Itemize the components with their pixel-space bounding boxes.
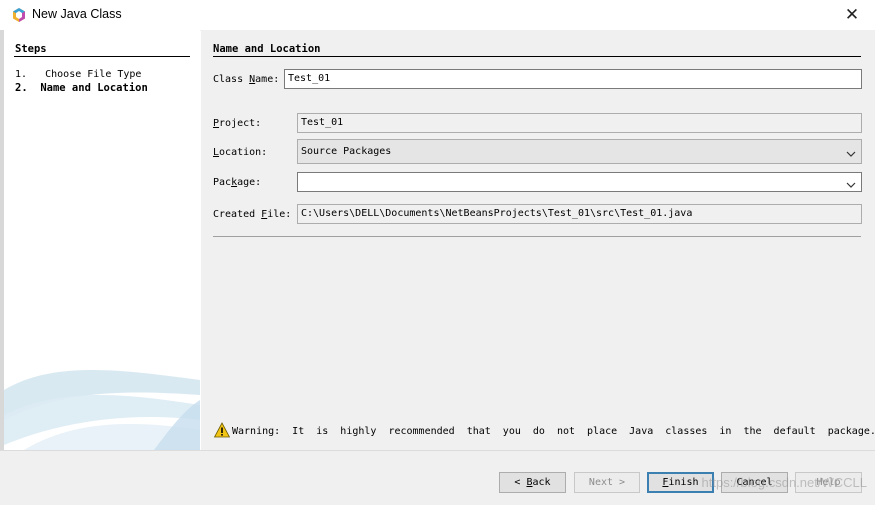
- steps-title: Steps: [15, 43, 47, 55]
- section-divider: [213, 56, 861, 57]
- location-label: Location:: [213, 147, 268, 158]
- warning-message: Warning: It is highly recommended that y…: [232, 426, 875, 437]
- close-button[interactable]: ✕: [829, 0, 875, 30]
- class-name-label: Class Name:: [213, 74, 280, 85]
- project-label: Project:: [213, 118, 262, 129]
- created-file-field: C:\Users\DELL\Documents\NetBeansProjects…: [297, 204, 862, 224]
- project-field: Test_01: [297, 113, 862, 133]
- package-dropdown[interactable]: [297, 172, 862, 192]
- cancel-button[interactable]: Cancel: [721, 472, 788, 493]
- close-icon: ✕: [844, 5, 860, 25]
- chevron-down-icon: [846, 182, 856, 188]
- back-button[interactable]: < Back: [499, 472, 566, 493]
- class-name-input[interactable]: Test_01: [284, 69, 862, 89]
- steps-divider: [14, 56, 190, 57]
- help-button[interactable]: Help: [795, 472, 862, 493]
- wizard-swoosh-graphic: [4, 370, 200, 450]
- step-choose-file-type: 1. Choose File Type: [15, 69, 142, 80]
- section-title: Name and Location: [213, 43, 321, 55]
- step-name-and-location: 2. Name and Location: [15, 82, 148, 94]
- steps-panel: Steps 1. Choose File Type 2. Name and Lo…: [4, 30, 200, 450]
- chevron-down-icon: [846, 151, 856, 157]
- title-bar: New Java Class ✕: [0, 0, 875, 31]
- location-value: Source Packages: [301, 146, 392, 157]
- location-dropdown[interactable]: Source Packages: [297, 139, 862, 164]
- created-file-label: Created File:: [213, 209, 292, 220]
- finish-button[interactable]: Finish: [647, 472, 714, 493]
- netbeans-logo-icon: [13, 8, 25, 22]
- button-bar: < Back Next > Finish Cancel Help https:/…: [0, 450, 875, 505]
- form-divider: [213, 236, 861, 237]
- window-title: New Java Class: [32, 7, 122, 21]
- warning-icon: [214, 422, 230, 438]
- package-label: Package:: [213, 177, 262, 188]
- form-panel: Name and Location Class Name: Test_01 Pr…: [201, 30, 875, 450]
- next-button[interactable]: Next >: [574, 472, 640, 493]
